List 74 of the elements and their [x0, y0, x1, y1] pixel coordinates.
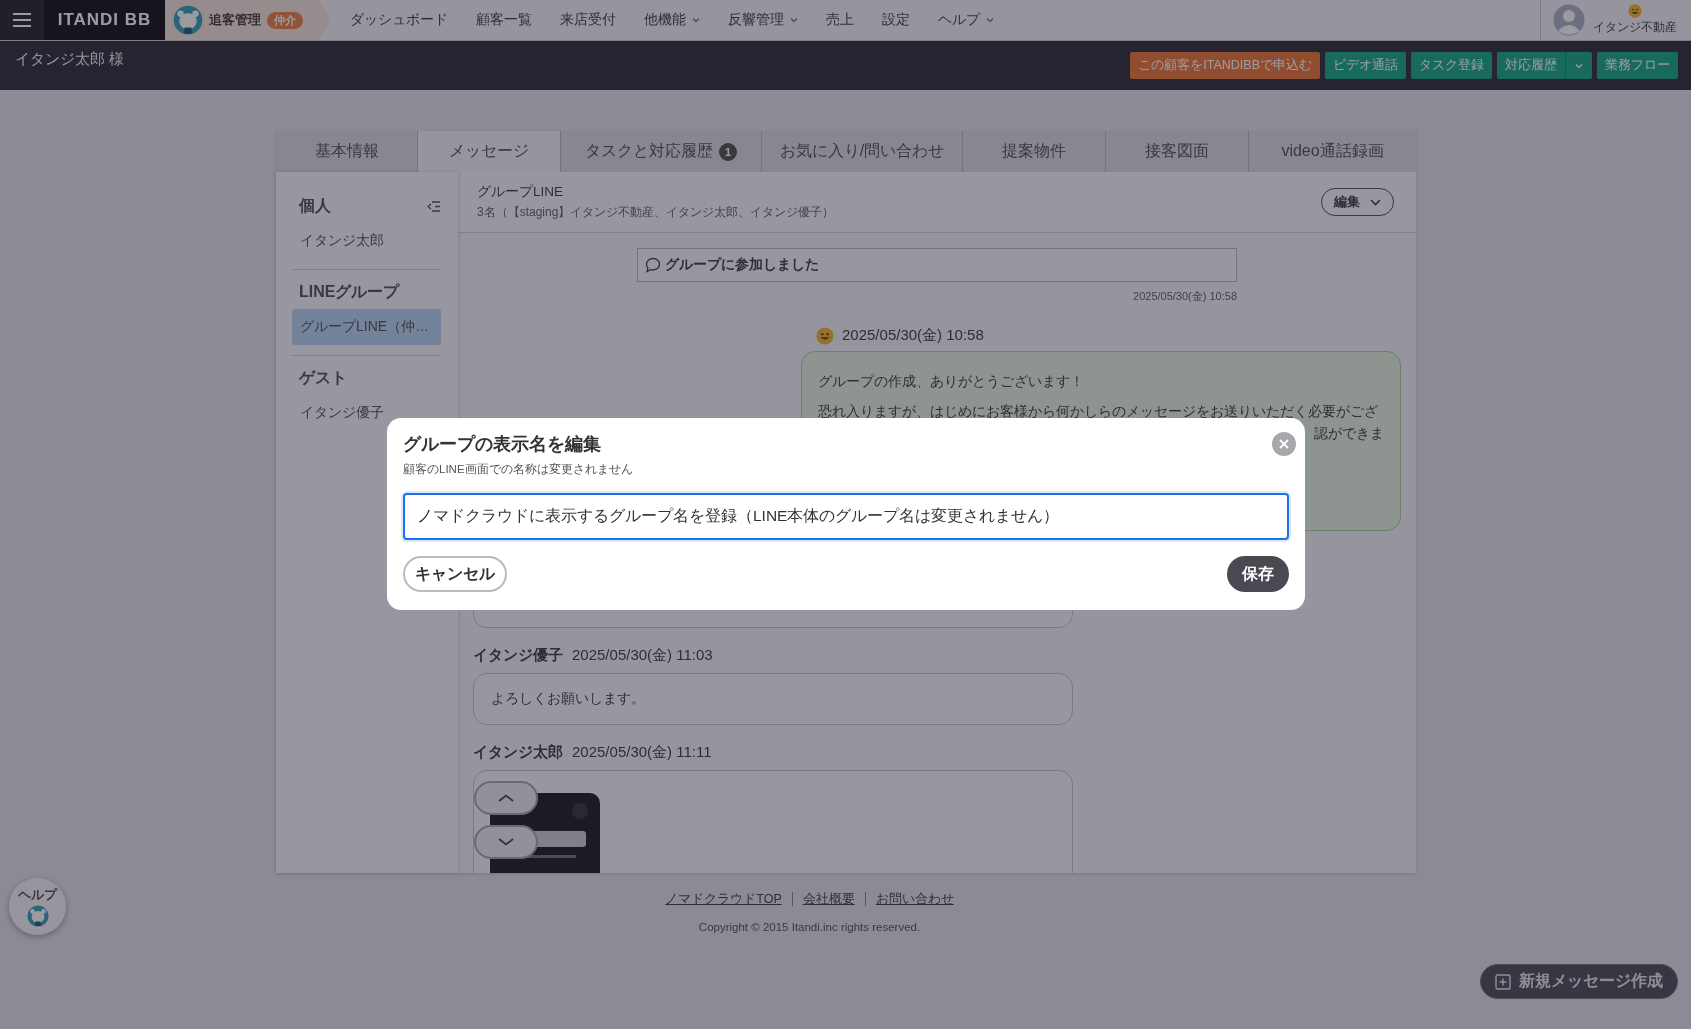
tab[interactable]: メッセージ	[418, 131, 561, 172]
smiley-icon	[816, 326, 834, 345]
action-button[interactable]: タスク登録	[1411, 52, 1492, 79]
scroll-down-button[interactable]	[474, 825, 538, 859]
message-text: 認ができま	[1314, 425, 1384, 441]
timestamp: 2025/05/30(金) 10:58	[842, 326, 984, 345]
modal-title: グループの表示名を編集	[403, 433, 602, 456]
message-text: 恐れ入りますが、はじめにお客様から何かしらのメッセージをお送りいただく必要がござ	[818, 403, 1378, 419]
sidebar-item[interactable]: グループLINE（仲…	[292, 309, 441, 345]
nav-link[interactable]: 顧客一覧	[462, 11, 546, 29]
scroll-up-button[interactable]	[474, 781, 538, 815]
sidebar-item[interactable]: イタンジ太郎	[292, 223, 441, 259]
close-icon	[1279, 439, 1289, 449]
copyright: Copyright © 2015 Itandi.inc rights reserved.	[698, 921, 921, 933]
tab[interactable]: video通話録画	[1249, 131, 1416, 172]
member-list: 3名（【staging】イタンジ不動産、イタンジ太郎、イタンジ優子）	[477, 204, 1321, 221]
tab[interactable]: お気に入り/問い合わせ	[762, 131, 963, 172]
nav-link[interactable]: 他機能	[630, 11, 714, 29]
mascot-icon	[173, 5, 203, 35]
cancel-button[interactable]: キャンセル	[403, 556, 507, 592]
caret-icon	[1575, 62, 1583, 69]
account-button[interactable]: イタンジ不動産	[1540, 0, 1691, 40]
chevron-up-icon	[498, 794, 514, 802]
smiley-icon	[1628, 4, 1642, 18]
nav-link[interactable]: 売上	[812, 11, 868, 29]
footer-link[interactable]: お問い合わせ	[864, 892, 964, 906]
count-badge: 1	[719, 142, 737, 161]
user-avatar-icon	[1553, 4, 1585, 36]
section-title: ゲスト	[299, 368, 347, 388]
nav-link[interactable]: 来店受付	[546, 11, 630, 29]
app-logo: ITANDI BB	[44, 0, 165, 40]
section-title: LINEグループ	[299, 282, 400, 302]
system-text: グループに参加しました	[665, 256, 819, 274]
message-text: グループの作成、ありがとうございます！	[818, 373, 1084, 389]
footer-link[interactable]: 会社概要	[791, 892, 865, 906]
apply-button[interactable]: この顧客をITANDIBBで申込む	[1130, 52, 1320, 79]
footer-link[interactable]: ノマドクラウドTOP	[655, 892, 792, 906]
customer-name: イタンジ太郎 様	[15, 50, 125, 69]
sidebar-item[interactable]: イタンジ優子	[292, 395, 441, 431]
tab[interactable]: 提案物件	[963, 131, 1106, 172]
timestamp: 2025/05/30(金) 11:03	[572, 646, 713, 665]
menu-icon	[12, 12, 32, 28]
product-name: 追客管理	[209, 11, 261, 29]
modal-note: 顧客のLINE画面での名称は変更されません	[403, 462, 633, 477]
help-button[interactable]: ヘルプ	[9, 878, 66, 935]
section-title: 個人	[299, 196, 331, 216]
edit-button[interactable]: 編集	[1321, 188, 1394, 216]
plus-square-icon	[1495, 973, 1511, 990]
group-name-field[interactable]: ノマドクラウドに表示するグループ名を登録（LINE本体のグループ名は変更されません）	[403, 493, 1289, 540]
speech-bubble-icon	[645, 257, 661, 273]
nav-link[interactable]: 設定	[868, 11, 924, 29]
nav-link[interactable]: ヘルプ	[924, 11, 1008, 29]
menu-button[interactable]	[0, 0, 44, 40]
chevron-down-icon	[1370, 198, 1381, 206]
timestamp: 2025/05/30(金) 10:58	[1132, 289, 1237, 304]
role-badge: 仲介	[267, 11, 303, 29]
nav-link[interactable]: ダッシュボード	[336, 11, 462, 29]
action-button[interactable]: ビデオ通話	[1325, 52, 1406, 79]
action-button[interactable]: 業務フロー	[1597, 52, 1678, 79]
timestamp: 2025/05/30(金) 11:11	[572, 743, 712, 762]
tab[interactable]: 接客図面	[1106, 131, 1249, 172]
tab[interactable]: タスクと対応履歴 1	[561, 131, 762, 172]
tab[interactable]: 基本情報	[276, 131, 418, 172]
chevron-down-icon	[498, 838, 514, 846]
message-text: よろしくお願いします。	[491, 690, 645, 706]
nav-link[interactable]: 反響管理	[714, 11, 812, 29]
chat-title: グループLINE	[477, 183, 564, 201]
sender-name: イタンジ優子	[473, 646, 563, 665]
mascot-icon	[26, 905, 49, 927]
product-tab[interactable]: 追客管理 仲介	[165, 0, 330, 40]
save-button[interactable]: 保存	[1227, 556, 1289, 592]
sender-name: イタンジ太郎	[473, 743, 563, 762]
new-message-button[interactable]: 新規メッセージ作成	[1480, 964, 1678, 999]
action-button[interactable]: 対応履歴	[1497, 52, 1565, 79]
